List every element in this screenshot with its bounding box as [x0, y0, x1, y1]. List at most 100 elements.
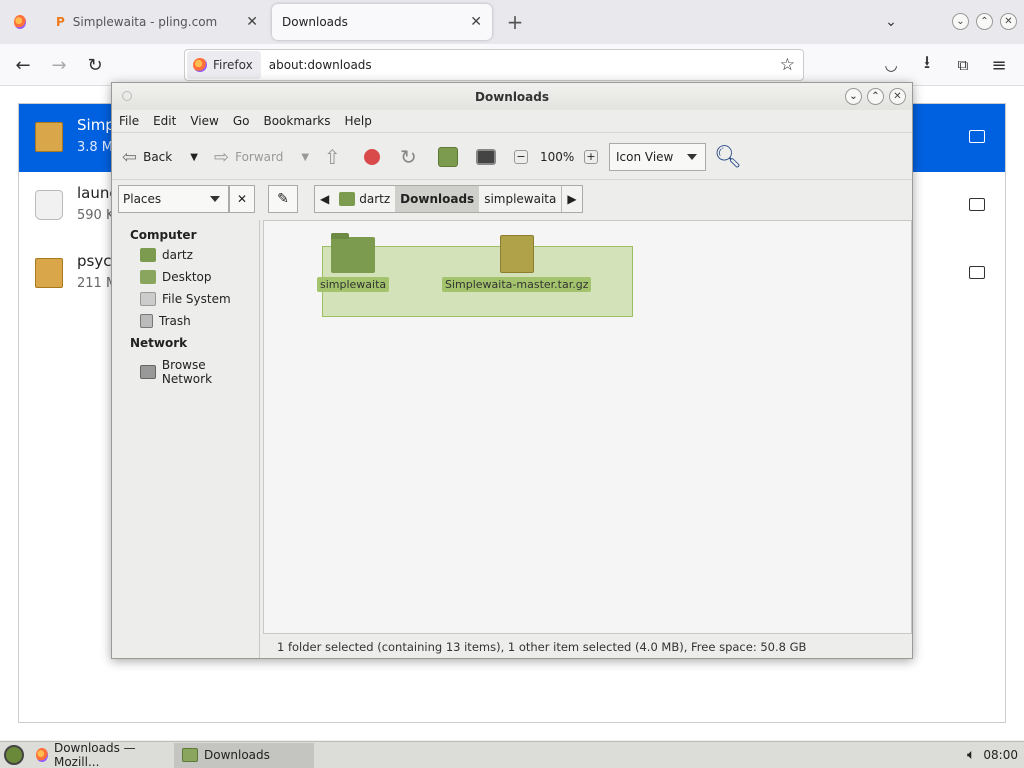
chevron-down-icon[interactable]: ▼	[190, 152, 198, 163]
file-view[interactable]: simplewaita Simplewaita-master.tar.gz	[263, 220, 912, 634]
home-button[interactable]	[438, 143, 458, 171]
tab-label: Downloads	[282, 15, 348, 29]
home-folder-icon	[140, 248, 156, 262]
breadcrumb-left-arrow-icon[interactable]: ◀	[315, 186, 334, 212]
reload-icon[interactable]: ↻	[80, 50, 110, 80]
chevron-down-icon[interactable]: ▼	[301, 152, 309, 163]
firefox-icon	[193, 58, 207, 72]
folder-icon[interactable]	[969, 130, 985, 143]
status-bar: 1 folder selected (containing 13 items),…	[277, 639, 807, 654]
menu-help[interactable]: Help	[345, 114, 372, 128]
minimize-icon[interactable]: ⌄	[952, 13, 969, 30]
menu-icon[interactable]: ≡	[984, 50, 1014, 80]
taskbar-item-firefox[interactable]: Downloads — Mozill...	[28, 741, 174, 768]
maximize-icon[interactable]: ⌃	[976, 13, 993, 30]
stop-button[interactable]	[364, 143, 380, 171]
window-titlebar[interactable]: Downloads ⌄ ⌃ ✕	[112, 83, 912, 110]
search-icon[interactable]: 🔍︎	[714, 143, 742, 171]
chevron-down-icon	[210, 196, 220, 202]
home-folder-icon	[339, 192, 356, 206]
close-tab-icon[interactable]: ✕	[470, 14, 482, 30]
forward-arrow-icon[interactable]: →	[44, 50, 74, 80]
clock[interactable]: 08:00	[983, 748, 1018, 762]
sidebar-item-label: dartz	[162, 248, 193, 262]
package-icon	[35, 122, 63, 152]
zoom-out-button[interactable]: −	[514, 143, 528, 171]
package-icon	[35, 258, 63, 288]
back-arrow-icon[interactable]: ←	[8, 50, 38, 80]
file-item-folder[interactable]: simplewaita	[317, 233, 390, 292]
close-window-icon[interactable]: ✕	[1000, 13, 1017, 30]
close-icon[interactable]: ✕	[889, 88, 906, 105]
list-tabs-icon[interactable]: ⌄	[876, 7, 906, 37]
home-folder-icon	[438, 147, 458, 167]
close-tab-icon[interactable]: ✕	[246, 14, 258, 30]
firefox-view-button[interactable]	[4, 4, 36, 40]
sidebar-header-computer: Computer	[130, 228, 197, 242]
sidebar-item-browse-network[interactable]: Browse Network	[140, 358, 259, 386]
zoom-in-icon: +	[584, 150, 598, 164]
folder-icon[interactable]	[969, 266, 985, 279]
window-menu-icon[interactable]	[122, 91, 132, 101]
menu-edit[interactable]: Edit	[153, 114, 176, 128]
crumb-label: dartz	[359, 192, 391, 206]
breadcrumb-downloads[interactable]: Downloads	[395, 186, 480, 212]
places-select[interactable]: Places	[118, 185, 229, 213]
sidebar-item-label: Desktop	[162, 270, 212, 284]
new-tab-button[interactable]: +	[500, 7, 530, 37]
start-menu-button[interactable]	[0, 743, 28, 768]
menu-file[interactable]: File	[119, 114, 139, 128]
download-name: Simp	[77, 116, 115, 134]
sidebar-item-filesystem[interactable]: File System	[140, 292, 231, 306]
breadcrumb-right-arrow-icon[interactable]: ▶	[561, 186, 581, 212]
back-arrow-icon: ⇦	[122, 146, 138, 168]
forward-arrow-icon: ⇨	[214, 146, 230, 168]
breadcrumb: ◀ dartz Downloads simplewaita ▶	[314, 185, 583, 213]
browser-navbar: ← → ↻ Firefox about:downloads ☆ ◡ ⭳ ⧉ ≡	[0, 44, 1024, 86]
back-button[interactable]: ⇦ Back ▼	[122, 143, 198, 171]
close-sidebar-icon[interactable]: ✕	[229, 185, 255, 213]
taskbar: Downloads — Mozill... Downloads 🔈︎ 08:00	[0, 741, 1024, 768]
identity-box[interactable]: Firefox	[187, 51, 261, 79]
folder-icon	[331, 233, 376, 273]
menu-go[interactable]: Go	[233, 114, 250, 128]
breadcrumb-simplewaita[interactable]: simplewaita	[479, 186, 561, 212]
sidebar-item-desktop[interactable]: Desktop	[140, 270, 212, 284]
computer-button[interactable]	[476, 143, 496, 171]
sidebar-item-trash[interactable]: Trash	[140, 314, 191, 328]
reload-icon[interactable]: ↻	[400, 143, 417, 171]
tab-pling[interactable]: P Simplewaita - pling.com ✕	[46, 4, 268, 40]
window-title: Downloads	[474, 89, 550, 104]
minimize-icon[interactable]: ⌄	[845, 88, 862, 105]
zoom-level[interactable]: 100%	[540, 143, 574, 171]
pling-icon: P	[56, 15, 65, 29]
up-icon[interactable]: ⇧	[324, 143, 341, 171]
sidebar-item-dartz[interactable]: dartz	[140, 248, 193, 262]
bookmark-star-icon[interactable]: ☆	[780, 55, 795, 75]
sidebar-item-label: Trash	[159, 314, 191, 328]
file-item-archive[interactable]: Simplewaita-master.tar.gz	[442, 235, 592, 292]
maximize-icon[interactable]: ⌃	[867, 88, 884, 105]
file-label: simplewaita	[317, 277, 390, 292]
url-text[interactable]: about:downloads	[269, 58, 372, 72]
forward-button[interactable]: ⇨ Forward ▼	[214, 143, 309, 171]
pocket-icon[interactable]: ◡	[876, 50, 906, 80]
extensions-icon[interactable]: ⧉	[948, 50, 978, 80]
volume-icon[interactable]: 🔈︎	[967, 747, 975, 763]
zoom-out-icon: −	[514, 150, 528, 164]
zoom-in-button[interactable]: +	[584, 143, 598, 171]
breadcrumb-dartz[interactable]: dartz	[334, 186, 395, 212]
identity-label: Firefox	[213, 58, 253, 72]
menu-view[interactable]: View	[190, 114, 218, 128]
taskbar-item-downloads[interactable]: Downloads	[174, 742, 314, 768]
menu-bookmarks[interactable]: Bookmarks	[263, 114, 330, 128]
url-bar[interactable]: Firefox about:downloads ☆	[184, 49, 804, 81]
download-size: 590 K	[77, 208, 115, 223]
download-size: 3.8 M	[77, 140, 114, 155]
folder-icon[interactable]	[969, 198, 985, 211]
view-mode-select[interactable]: Icon View	[609, 143, 706, 171]
edit-location-icon[interactable]: ✎	[268, 185, 298, 213]
downloads-icon[interactable]: ⭳	[912, 50, 942, 80]
desktop-folder-icon	[140, 270, 156, 284]
tab-downloads[interactable]: Downloads ✕	[272, 4, 492, 40]
